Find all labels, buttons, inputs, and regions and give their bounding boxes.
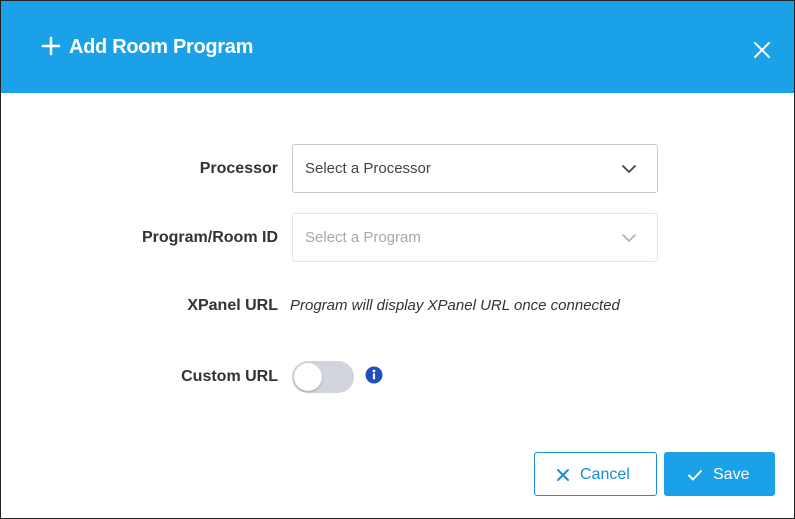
chevron-down-icon (622, 234, 636, 242)
add-room-program-dialog: Add Room Program Processor Select a Proc… (0, 0, 795, 519)
processor-placeholder: Select a Processor (305, 160, 431, 177)
plus-icon (41, 36, 61, 56)
program-placeholder: Select a Program (305, 229, 421, 246)
toggle-knob (294, 363, 322, 391)
check-icon (688, 470, 702, 481)
save-label: Save (713, 466, 750, 483)
save-button[interactable]: Save (664, 452, 775, 496)
cancel-button[interactable]: Cancel (534, 452, 657, 496)
xpanel-url-value: Program will display XPanel URL once con… (290, 297, 620, 314)
custom-url-label: Custom URL (181, 368, 278, 385)
dialog-title: Add Room Program (69, 36, 254, 58)
x-icon (557, 469, 569, 481)
chevron-down-icon (622, 165, 636, 173)
xpanel-label: XPanel URL (187, 297, 278, 314)
processor-select[interactable]: Select a Processor (292, 144, 658, 193)
info-icon[interactable] (365, 366, 383, 384)
program-label: Program/Room ID (141, 229, 278, 246)
close-icon[interactable] (751, 39, 773, 61)
processor-label: Processor (199, 160, 278, 177)
custom-url-toggle[interactable] (292, 361, 354, 393)
program-select[interactable]: Select a Program (292, 213, 658, 262)
cancel-label: Cancel (580, 466, 630, 483)
dialog-header: Add Room Program (1, 1, 794, 93)
